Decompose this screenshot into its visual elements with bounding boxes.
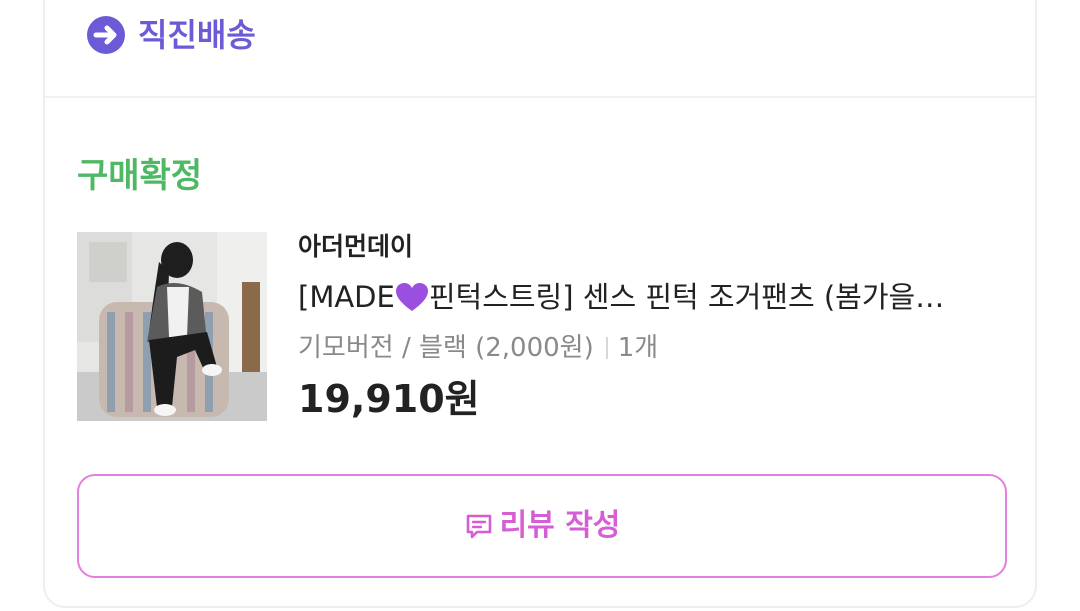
arrow-right-circle-icon <box>87 16 125 54</box>
option-divider <box>605 337 608 359</box>
shipping-label: 직진배송 <box>138 16 256 54</box>
product-price: 19,910원 <box>298 377 480 421</box>
order-status: 구매확정 <box>77 156 203 196</box>
quantity-text: 1개 <box>617 333 659 363</box>
product-title[interactable]: [MADE 핀턱스트링] 센스 핀턱 조거팬츠 (봄가을… <box>298 277 1003 317</box>
product-option: 기모버전 / 블랙 (2,000원) 1개 <box>298 329 658 367</box>
option-text: 기모버전 / 블랙 (2,000원) <box>298 333 594 363</box>
review-speech-icon <box>466 514 491 539</box>
brand-name[interactable]: 아더먼데이 <box>298 230 413 264</box>
title-rest: 핀턱스트링] 센스 핀턱 조거팬츠 (봄가을… <box>428 280 945 314</box>
product-photo <box>77 232 267 421</box>
shipping-row: 직진배송 <box>45 2 1035 98</box>
write-review-label: 리뷰 작성 <box>499 508 621 543</box>
order-card: 직진배송 구매확정 아더먼데이 [MADE핀턱스트링] 센스 핀턱 조거팬츠 <box>43 0 1037 608</box>
title-prefix: [MADE <box>298 280 395 314</box>
write-review-button[interactable]: 리뷰 작성 <box>77 474 1007 578</box>
purple-heart-icon <box>395 283 428 311</box>
product-image[interactable] <box>77 232 267 421</box>
